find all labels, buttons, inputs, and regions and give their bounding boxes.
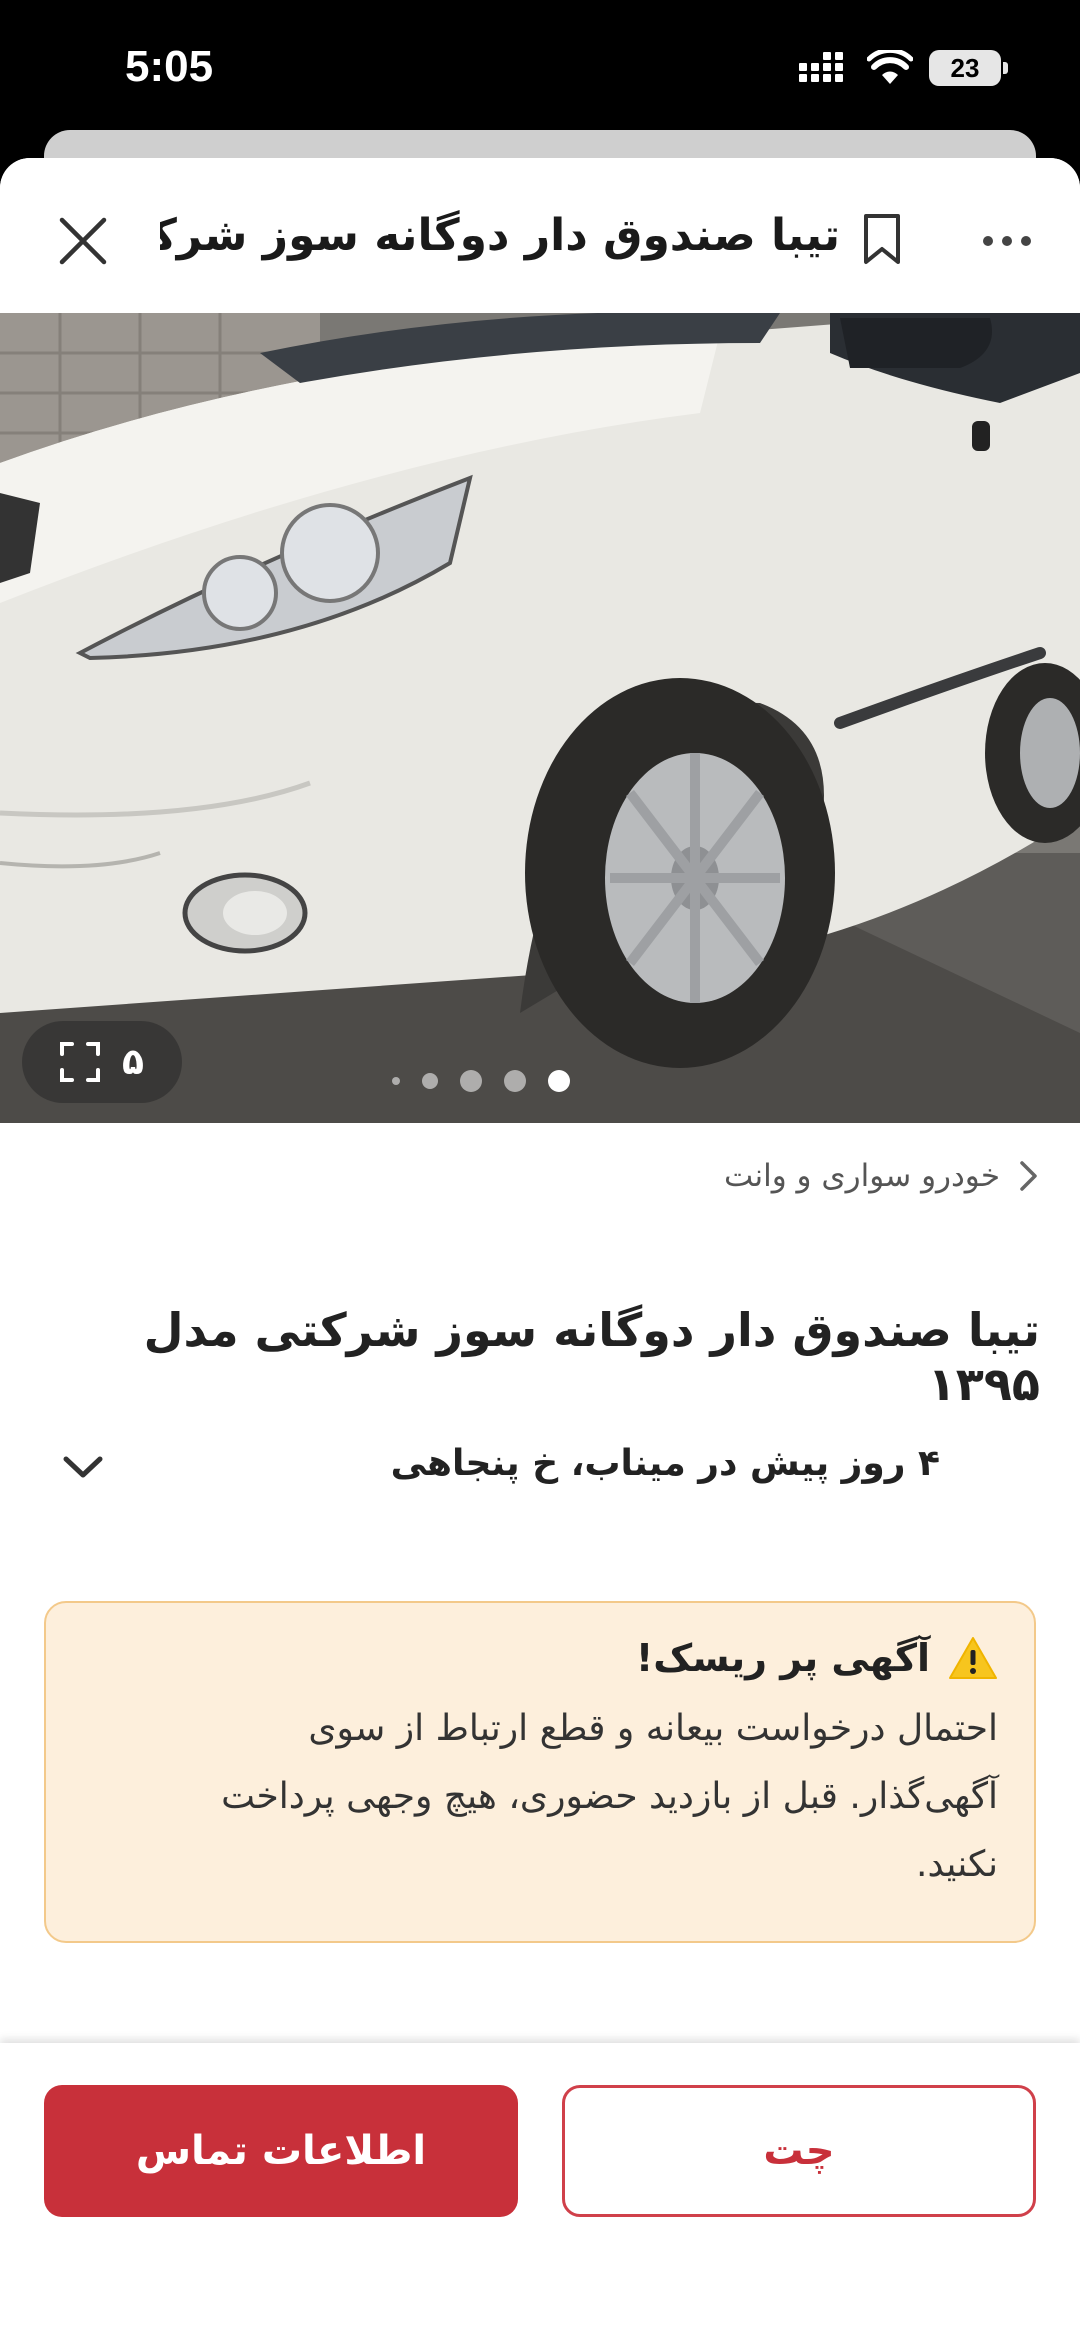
battery-tip xyxy=(1003,62,1008,74)
breadcrumb[interactable]: خودرو سواری و وانت xyxy=(724,1158,1040,1194)
photo-count: ۵ xyxy=(122,1041,144,1083)
warning-title: آگهی پر ریسک! xyxy=(635,1636,930,1680)
listing-sheet: تیبا صندوق دار دوگانه سوز شرکتی... xyxy=(0,158,1080,2340)
chevron-left-icon xyxy=(1020,1161,1037,1191)
risk-warning-box: آگهی پر ریسک! احتمال درخواست بیعانه و قط… xyxy=(44,1601,1036,1943)
gallery-dot[interactable] xyxy=(460,1070,482,1092)
warning-icon xyxy=(949,1637,997,1679)
photo-gallery[interactable]: ۵ xyxy=(0,313,1080,1123)
more-dots-icon xyxy=(983,236,1031,246)
bottom-action-bar: اطلاعات تماس چت xyxy=(0,2043,1080,2340)
bookmark-button[interactable] xyxy=(854,206,910,272)
close-icon xyxy=(59,217,107,265)
cellular-signal-icon xyxy=(799,52,843,82)
gallery-dot[interactable] xyxy=(422,1073,438,1089)
warning-line: احتمال درخواست بیعانه و قطع ارتباط از سو… xyxy=(308,1708,998,1749)
car-photo xyxy=(0,313,1080,1123)
chevron-down-icon[interactable] xyxy=(58,1447,108,1487)
gallery-dots xyxy=(392,1070,570,1092)
status-time: 5:05 xyxy=(125,42,214,91)
battery-indicator: 23 xyxy=(929,50,1001,86)
listing-meta-row[interactable]: ۴ روز پیش در میناب، خ پنجاهی xyxy=(40,1433,1040,1503)
status-bar: 5:05 23 xyxy=(0,0,1080,150)
warning-heading: آگهی پر ریسک! xyxy=(76,1635,998,1681)
wifi-icon xyxy=(867,50,913,84)
top-bar: تیبا صندوق دار دوگانه سوز شرکتی... xyxy=(0,158,1080,313)
warning-line: آگهی‌گذار. قبل از بازدید حضوری، هیچ وجهی… xyxy=(221,1776,998,1817)
gallery-dot[interactable] xyxy=(392,1077,400,1085)
warning-text: احتمال درخواست بیعانه و قطع ارتباط از سو… xyxy=(76,1695,998,1899)
more-options-button[interactable] xyxy=(974,216,1040,266)
gallery-dot-active[interactable] xyxy=(548,1070,570,1092)
photo-count-button[interactable]: ۵ xyxy=(22,1021,182,1103)
bookmark-icon xyxy=(864,214,900,264)
close-button[interactable] xyxy=(50,208,116,274)
listing-title: تیبا صندوق دار دوگانه سوز شرکتی مدل ۱۳۹۵ xyxy=(143,1303,1040,1411)
gallery-dot[interactable] xyxy=(504,1070,526,1092)
fullscreen-icon xyxy=(60,1042,100,1082)
contact-info-button[interactable]: اطلاعات تماس xyxy=(44,2085,518,2217)
listing-meta: ۴ روز پیش در میناب، خ پنجاهی xyxy=(390,1443,940,1484)
header-title: تیبا صندوق دار دوگانه سوز شرکتی... xyxy=(160,210,840,261)
status-icons: 23 xyxy=(799,50,1008,86)
breadcrumb-label: خودرو سواری و وانت xyxy=(724,1158,1000,1194)
warning-line: نکنید. xyxy=(916,1844,998,1885)
chat-button[interactable]: چت xyxy=(562,2085,1036,2217)
